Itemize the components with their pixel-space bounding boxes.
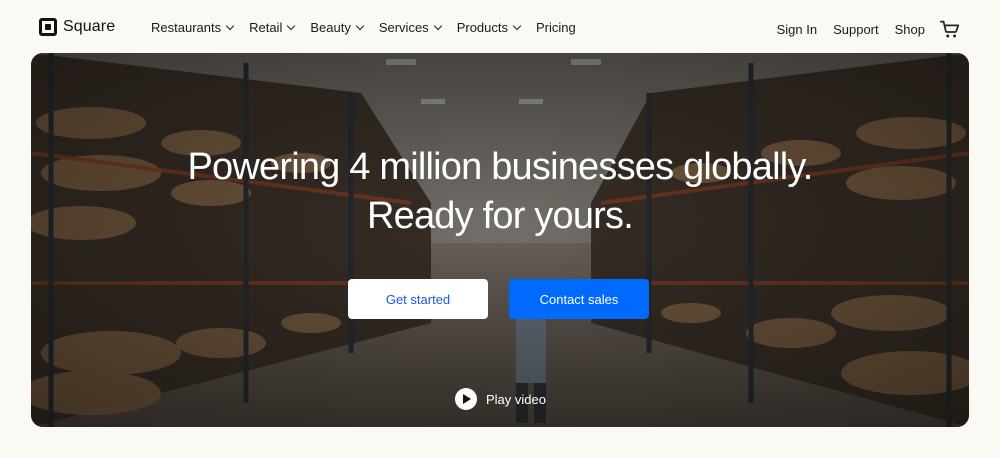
hero-headline-line-2: Ready for yours. xyxy=(367,195,634,237)
sign-in-link[interactable]: Sign In xyxy=(777,22,817,37)
menu-item-label: Services xyxy=(378,20,429,35)
chevron-down-icon xyxy=(433,21,442,31)
play-video-label: Play video xyxy=(486,391,546,407)
menu-item-restaurants[interactable]: Restaurants xyxy=(151,20,235,35)
brand-name: Square xyxy=(63,18,116,35)
support-link[interactable]: Support xyxy=(833,22,879,37)
menu-item-beauty[interactable]: Beauty xyxy=(310,20,365,35)
shopping-cart-icon[interactable] xyxy=(939,18,961,40)
chevron-down-icon xyxy=(287,21,296,31)
menu-item-label: Retail xyxy=(249,20,283,35)
hero-headline-line-1: Powering 4 million businesses globally. xyxy=(187,146,814,188)
menu-item-label: Restaurants xyxy=(151,20,222,35)
chevron-down-icon xyxy=(355,21,365,31)
menu-item-retail[interactable]: Retail xyxy=(249,20,296,35)
menu-item-label: Products xyxy=(456,20,508,35)
account-navigation: Sign In Support Shop xyxy=(761,18,961,40)
play-video-button[interactable]: Play video xyxy=(455,388,546,410)
main-menu: Restaurants Retail Beauty Services Produ… xyxy=(151,20,592,35)
chevron-down-icon xyxy=(225,21,235,31)
play-icon xyxy=(455,388,477,410)
menu-item-pricing[interactable]: Pricing xyxy=(536,20,576,35)
get-started-button[interactable]: Get started xyxy=(348,279,488,319)
menu-item-label: Beauty xyxy=(310,20,351,35)
menu-item-services[interactable]: Services xyxy=(378,20,442,35)
menu-item-label: Pricing xyxy=(536,20,576,35)
shop-link[interactable]: Shop xyxy=(895,22,925,37)
menu-item-products[interactable]: Products xyxy=(456,20,522,35)
hero-banner: Powering 4 million businesses globally. … xyxy=(31,53,969,427)
top-navigation: Square Restaurants Retail Beauty Service… xyxy=(0,0,1000,56)
chevron-down-icon xyxy=(512,21,522,31)
square-logo-icon xyxy=(39,18,57,36)
square-logo[interactable]: Square xyxy=(39,18,115,36)
hero-headline: Powering 4 million businesses globally. … xyxy=(31,143,969,241)
contact-sales-button[interactable]: Contact sales xyxy=(509,279,649,319)
